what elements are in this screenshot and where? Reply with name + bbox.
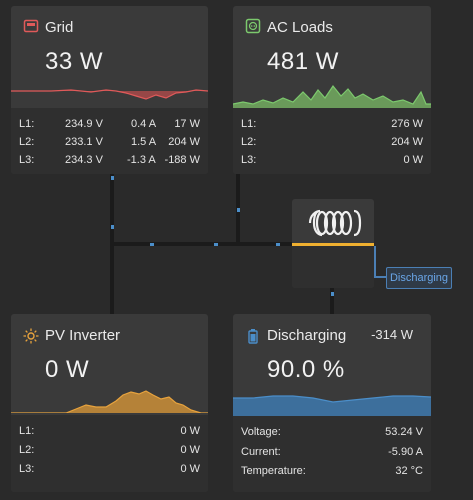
grid-row-l3: L3: 234.3 V -1.3 A -188 W <box>19 154 200 172</box>
victron-logo-icon <box>308 209 362 237</box>
grid-row-l1: L1: 234.9 V 0.4 A 17 W <box>19 118 200 136</box>
phase-label: L2: <box>19 444 35 456</box>
battery-voltage-label: Voltage: <box>241 426 281 438</box>
phase-label: L2: <box>19 136 35 148</box>
phase-label: L3: <box>19 154 35 166</box>
connection-line <box>110 242 292 246</box>
current-value: 0.4 A <box>131 118 157 130</box>
battery-current-value: -5.90 A <box>388 446 423 458</box>
grid-title: Grid <box>45 19 74 36</box>
power-value: 17 W <box>174 118 200 130</box>
pv-inverter-card[interactable]: PV Inverter 0 W L1: 0 W L2: 0 W L3: 0 W <box>11 314 208 492</box>
grid-card[interactable]: Grid 33 W L1: 234.9 V 0.4 A 17 W L2: 233… <box>11 6 208 174</box>
power-value: 204 W <box>168 136 200 148</box>
pv-inverter-chart <box>11 390 208 413</box>
current-value: -1.3 A <box>127 154 156 166</box>
battery-current-label: Current: <box>241 446 281 458</box>
pv-row-l2: L2: 0 W <box>19 444 200 462</box>
phase-label: L1: <box>241 118 257 130</box>
flow-dot <box>111 176 114 180</box>
battery-row-current: Current: -5.90 A <box>241 446 423 464</box>
battery-voltage-value: 53.24 V <box>385 426 423 438</box>
battery-row-voltage: Voltage: 53.24 V <box>241 426 423 444</box>
ac-loads-power: 481 W <box>267 48 339 75</box>
flow-dot <box>331 292 334 296</box>
battery-soc-chart <box>233 395 431 416</box>
phase-label: L2: <box>241 136 257 148</box>
phase-label: L1: <box>19 118 35 130</box>
phase-label: L1: <box>19 425 35 437</box>
phase-label: L3: <box>241 154 257 166</box>
voltage-value: 234.3 V <box>65 154 103 166</box>
power-value: 276 W <box>391 118 423 130</box>
inverter-status-badge: Discharging <box>386 267 452 289</box>
battery-row-temperature: Temperature: 32 °C <box>241 465 423 483</box>
ac-row-l3: L3: 0 W <box>241 154 423 172</box>
pv-row-l1: L1: 0 W <box>19 425 200 443</box>
ac-row-l1: L1: 276 W <box>241 118 423 136</box>
voltage-value: 233.1 V <box>65 136 103 148</box>
connection-line <box>374 246 376 278</box>
pv-inverter-title: PV Inverter <box>45 327 121 344</box>
power-value: 204 W <box>391 136 423 148</box>
plug-icon <box>245 18 261 34</box>
inverter-card[interactable] <box>292 199 374 288</box>
flow-dot <box>214 243 218 246</box>
pv-row-l3: L3: 0 W <box>19 463 200 481</box>
flow-dot <box>111 225 114 229</box>
voltage-value: 234.9 V <box>65 118 103 130</box>
power-value: 0 W <box>180 425 200 437</box>
ac-loads-chart <box>233 84 431 108</box>
pv-inverter-power: 0 W <box>45 356 90 383</box>
sun-icon <box>23 328 39 344</box>
ac-loads-title: AC Loads <box>267 19 333 36</box>
grid-power-chart <box>11 89 208 100</box>
current-value: 1.5 A <box>131 136 157 148</box>
flow-dot <box>150 243 154 246</box>
battery-soc: 90.0 % <box>267 356 345 383</box>
ac-loads-card[interactable]: AC Loads 481 W L1: 276 W L2: 204 W L3: 0… <box>233 6 431 174</box>
power-value: -188 W <box>164 154 200 166</box>
battery-icon <box>248 329 258 344</box>
battery-title: Discharging <box>267 327 347 344</box>
power-value: 0 W <box>180 444 200 456</box>
ac-row-l2: L2: 204 W <box>241 136 423 154</box>
power-value: 0 W <box>180 463 200 475</box>
flow-dot <box>237 208 240 212</box>
inverter-lower-panel <box>292 246 374 288</box>
grid-meter-icon <box>23 19 39 33</box>
power-value: 0 W <box>403 154 423 166</box>
phase-label: L3: <box>19 463 35 475</box>
battery-temperature-value: 32 °C <box>395 465 423 477</box>
battery-power: -314 W <box>371 327 413 342</box>
grid-row-l2: L2: 233.1 V 1.5 A 204 W <box>19 136 200 154</box>
grid-power: 33 W <box>45 48 104 75</box>
battery-temperature-label: Temperature: <box>241 465 306 477</box>
battery-card[interactable]: Discharging -314 W 90.0 % Voltage: 53.24… <box>233 314 431 492</box>
flow-dot <box>276 243 280 246</box>
